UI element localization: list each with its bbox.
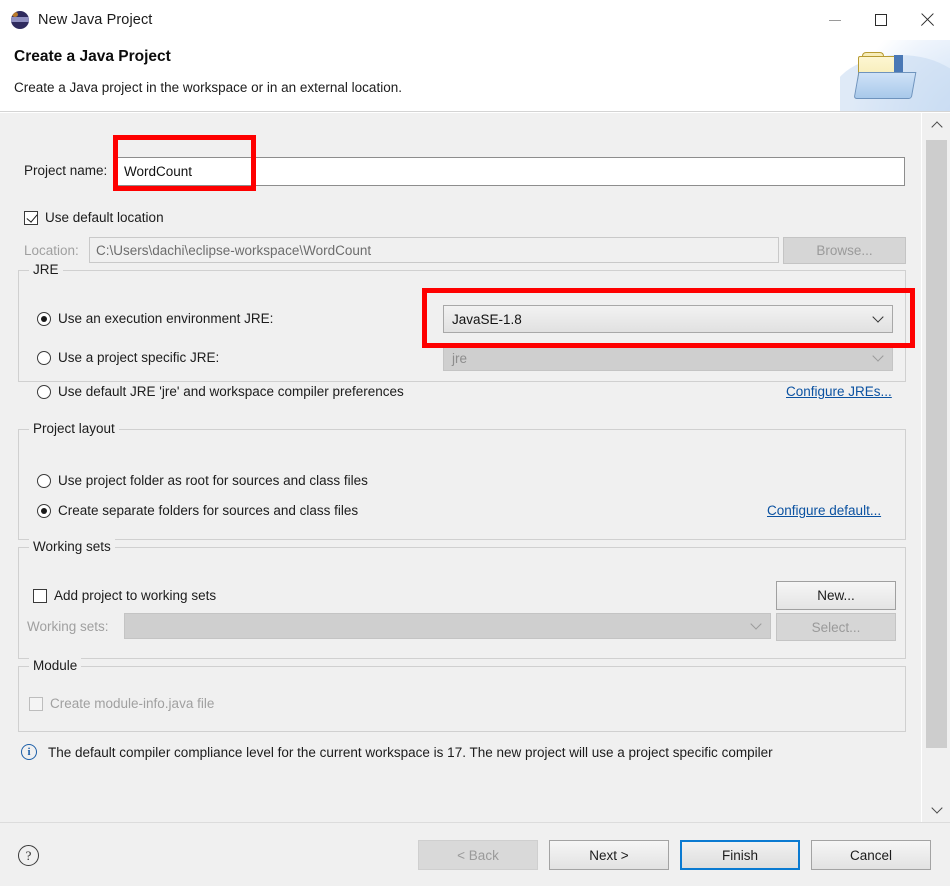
add-to-working-sets-checkbox[interactable]: Add project to working sets bbox=[33, 588, 216, 603]
radio-use-execution-environment-label: Use an execution environment JRE: bbox=[58, 311, 274, 326]
info-icon: i bbox=[21, 744, 37, 760]
window-title: New Java Project bbox=[38, 12, 153, 28]
working-sets-combo bbox=[124, 613, 771, 639]
radio-separate-folders[interactable]: Create separate folders for sources and … bbox=[37, 503, 358, 518]
checkbox-box bbox=[24, 210, 38, 225]
eclipse-icon bbox=[11, 11, 29, 29]
radio-project-folder-root[interactable]: Use project folder as root for sources a… bbox=[37, 473, 368, 488]
next-button-label: Next > bbox=[589, 847, 629, 863]
project-name-label-wrap: Project name: bbox=[24, 162, 107, 180]
new-java-project-dialog: New Java Project Create a Java Project C… bbox=[0, 0, 950, 886]
project-name-input[interactable]: WordCount bbox=[117, 157, 905, 186]
cancel-button-label: Cancel bbox=[849, 847, 893, 863]
working-sets-label: Working sets: bbox=[27, 619, 109, 634]
project-layout-group-legend: Project layout bbox=[29, 421, 119, 436]
configure-default-link[interactable]: Configure default... bbox=[767, 503, 881, 518]
scrollbar-thumb[interactable] bbox=[926, 140, 947, 748]
chevron-down-icon bbox=[872, 350, 884, 362]
project-name-value: WordCount bbox=[124, 164, 193, 179]
cancel-button[interactable]: Cancel bbox=[811, 840, 931, 870]
radio-use-default-jre[interactable]: Use default JRE 'jre' and workspace comp… bbox=[37, 384, 404, 399]
project-jre-value: jre bbox=[452, 350, 468, 366]
new-working-set-label: New... bbox=[817, 588, 855, 603]
location-label-wrap: Location: bbox=[24, 242, 79, 260]
create-module-info-checkbox: Create module-info.java file bbox=[29, 696, 214, 711]
scroll-up-icon[interactable] bbox=[922, 113, 950, 137]
radio-use-project-specific-jre-label: Use a project specific JRE: bbox=[58, 350, 220, 365]
page-title: Create a Java Project bbox=[14, 48, 171, 65]
project-name-label: Project name: bbox=[24, 163, 108, 178]
status-message-text: The default compiler compliance level fo… bbox=[48, 744, 773, 760]
radio-dot bbox=[37, 473, 51, 488]
configure-jres-link[interactable]: Configure JREs... bbox=[786, 384, 892, 399]
add-to-working-sets-label: Add project to working sets bbox=[54, 588, 217, 603]
finish-button-label: Finish bbox=[721, 847, 758, 863]
next-button[interactable]: Next > bbox=[549, 840, 669, 870]
dialog-content: Project name: WordCount Use default loca… bbox=[0, 113, 950, 822]
help-icon[interactable]: ? bbox=[18, 845, 39, 866]
location-value: C:\Users\dachi\eclipse-workspace\WordCou… bbox=[96, 242, 372, 258]
use-default-location-checkbox[interactable]: Use default location bbox=[24, 210, 164, 225]
new-working-set-button[interactable]: New... bbox=[776, 581, 896, 610]
checkbox-box bbox=[29, 696, 43, 711]
module-group-legend: Module bbox=[29, 658, 82, 673]
maximize-icon[interactable] bbox=[858, 0, 904, 40]
back-button: < Back bbox=[418, 840, 538, 870]
scroll-down-icon[interactable] bbox=[922, 798, 950, 822]
vertical-scrollbar[interactable] bbox=[921, 113, 950, 822]
new-java-project-folder-icon bbox=[840, 40, 950, 111]
select-working-set-button: Select... bbox=[776, 613, 896, 641]
window-controls bbox=[812, 0, 950, 40]
chevron-down-icon bbox=[750, 618, 762, 630]
dialog-footer: ? < Back Next > Finish Cancel bbox=[0, 822, 950, 886]
chevron-down-icon bbox=[872, 311, 884, 323]
radio-use-execution-environment[interactable]: Use an execution environment JRE: bbox=[37, 311, 273, 326]
scroll-pane: Project name: WordCount Use default loca… bbox=[0, 113, 921, 822]
create-module-info-label: Create module-info.java file bbox=[50, 696, 215, 711]
radio-project-folder-root-label: Use project folder as root for sources a… bbox=[58, 473, 368, 488]
browse-label: Browse... bbox=[816, 243, 873, 258]
location-input: C:\Users\dachi\eclipse-workspace\WordCou… bbox=[89, 237, 779, 263]
close-icon[interactable] bbox=[904, 0, 950, 40]
location-label: Location: bbox=[24, 243, 79, 258]
footer-buttons: < Back Next > Finish Cancel bbox=[418, 840, 931, 870]
radio-use-default-jre-label: Use default JRE 'jre' and workspace comp… bbox=[58, 384, 404, 399]
execution-environment-value: JavaSE-1.8 bbox=[452, 311, 522, 327]
title-bar: New Java Project bbox=[0, 0, 950, 40]
checkbox-box bbox=[33, 588, 47, 603]
minimize-icon[interactable] bbox=[812, 0, 858, 40]
project-jre-combo: jre bbox=[443, 345, 893, 371]
radio-use-project-specific-jre[interactable]: Use a project specific JRE: bbox=[37, 350, 219, 365]
browse-button: Browse... bbox=[783, 237, 906, 264]
select-working-set-label: Select... bbox=[811, 619, 861, 635]
execution-environment-combo[interactable]: JavaSE-1.8 bbox=[443, 305, 893, 333]
radio-dot bbox=[37, 311, 51, 326]
radio-dot bbox=[37, 384, 51, 399]
jre-group-legend: JRE bbox=[29, 262, 63, 277]
working-sets-group-legend: Working sets bbox=[29, 539, 115, 554]
working-sets-label-wrap: Working sets: bbox=[27, 618, 109, 636]
working-sets-group: Working sets bbox=[18, 539, 906, 659]
back-button-label: < Back bbox=[457, 847, 499, 863]
page-subtitle: Create a Java project in the workspace o… bbox=[14, 80, 402, 95]
use-default-location-label: Use default location bbox=[45, 210, 164, 225]
radio-dot bbox=[37, 350, 51, 365]
help-label: ? bbox=[25, 847, 32, 863]
status-message: i The default compiler compliance level … bbox=[21, 744, 773, 760]
wizard-banner: Create a Java Project Create a Java proj… bbox=[0, 40, 950, 112]
radio-dot bbox=[37, 503, 51, 518]
finish-button[interactable]: Finish bbox=[680, 840, 800, 870]
radio-separate-folders-label: Create separate folders for sources and … bbox=[58, 503, 359, 518]
